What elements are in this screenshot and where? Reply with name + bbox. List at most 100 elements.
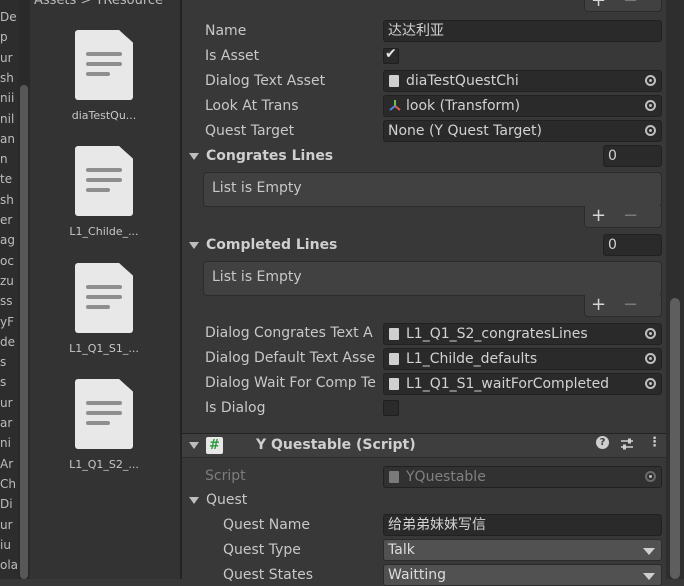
completed-lines-count[interactable]: 0	[603, 234, 662, 256]
object-picker-icon[interactable]	[645, 100, 656, 111]
quest-target-field[interactable]: None (Y Quest Target)	[383, 120, 662, 142]
quest-type-label: Quest Type	[223, 542, 301, 558]
clipped-tree-item[interactable]: sh	[0, 71, 14, 85]
dialog-text-asset-value: diaTestQuestChi	[406, 73, 519, 89]
dialog-default-field[interactable]: L1_Childe_defaults	[383, 348, 662, 370]
quest-name-field[interactable]: 给弟弟妹妹写信	[383, 514, 662, 536]
name-field[interactable]: 达达利亚	[383, 20, 662, 42]
quest-type-value: Talk	[388, 542, 415, 558]
clipped-tree-item[interactable]: er	[0, 213, 12, 227]
look-at-trans-value: look (Transform)	[406, 98, 521, 114]
clipped-tree-item[interactable]: de	[0, 335, 15, 349]
left-scrollbar-thumb[interactable]	[20, 85, 28, 579]
completed-remove-button[interactable]: −	[623, 296, 638, 314]
object-picker-icon[interactable]	[645, 125, 656, 136]
add-element-button[interactable]: +	[591, 0, 606, 10]
dialog-wait-value: L1_Q1_S1_waitForCompleted	[406, 376, 610, 392]
component-foldout-arrow-icon[interactable]	[189, 442, 199, 449]
dropdown-arrow-icon	[643, 548, 655, 555]
clipped-tree-item[interactable]: Ch	[0, 477, 16, 491]
congrates-remove-button[interactable]: −	[623, 207, 638, 225]
quest-states-label: Quest States	[223, 567, 314, 583]
clipped-tree-item[interactable]: nii	[0, 91, 14, 105]
clipped-tree-item[interactable]: an	[0, 132, 15, 146]
script-label: Script	[205, 468, 246, 484]
clipped-tree-item[interactable]: De	[0, 10, 17, 24]
kebab-menu-icon[interactable]: ⋮	[648, 435, 661, 450]
clipped-tree-item[interactable]: s	[0, 355, 6, 369]
clipped-tree-item[interactable]: ur	[0, 396, 13, 410]
completed-lines-title[interactable]: Completed Lines	[206, 237, 337, 253]
clipped-tree-item[interactable]: n	[0, 152, 8, 166]
clipped-tree-item[interactable]: Di	[0, 497, 13, 511]
congrates-add-button[interactable]: +	[591, 207, 606, 225]
quest-foldout-arrow-icon[interactable]	[189, 497, 199, 504]
clipped-tree-item[interactable]: sh	[0, 193, 14, 207]
object-picker-icon[interactable]	[645, 378, 656, 389]
clipped-tree-item[interactable]: ar	[0, 416, 12, 430]
object-picker-icon[interactable]	[645, 75, 656, 86]
dialog-congrates-label: Dialog Congrates Text A	[205, 325, 373, 341]
text-asset-icon	[389, 75, 399, 87]
asset-item[interactable]: L1_Q1_S1_...	[49, 263, 159, 355]
name-label: Name	[205, 23, 247, 39]
quest-target-label: Quest Target	[205, 123, 295, 139]
dialog-text-asset-field[interactable]: diaTestQuestChi	[383, 70, 662, 92]
clipped-tree-item[interactable]: ur	[0, 51, 13, 65]
completed-lines-list: List is Empty	[203, 261, 662, 296]
transform-icon	[389, 100, 401, 111]
clipped-tree-item[interactable]: ola	[0, 558, 18, 572]
congrates-lines-count[interactable]: 0	[603, 145, 662, 167]
clipped-tree-item[interactable]: te	[0, 172, 12, 186]
object-picker-icon[interactable]	[645, 353, 656, 364]
clipped-tree-item[interactable]: nil	[0, 112, 14, 126]
asset-label: L1_Q1_S2_...	[69, 458, 139, 471]
clipped-tree-item[interactable]: oc	[0, 254, 14, 268]
completed-add-button[interactable]: +	[591, 296, 606, 314]
congrates-foldout-arrow-icon[interactable]	[189, 153, 199, 160]
asset-item[interactable]: diaTestQu...	[49, 30, 159, 122]
quest-states-dropdown[interactable]: Waitting	[383, 564, 662, 586]
asset-item[interactable]: L1_Childe_...	[49, 146, 159, 238]
asset-item[interactable]: L1_Q1_S2_...	[49, 379, 159, 471]
check-icon: ✔	[385, 46, 397, 62]
inspector-scrollbar[interactable]	[666, 0, 684, 579]
left-scrollbar[interactable]	[18, 0, 30, 579]
list-empty-text: List is Empty	[212, 269, 302, 285]
clipped-tree-item[interactable]: Ar	[0, 457, 13, 471]
breadcrumb[interactable]: Assets > YResource	[34, 0, 163, 8]
help-icon[interactable]: ?	[596, 436, 609, 449]
document-icon	[75, 146, 133, 216]
component-header[interactable]	[182, 433, 666, 458]
script-file-icon	[389, 471, 399, 483]
preset-sliders-icon[interactable]	[620, 438, 634, 451]
clipped-tree-item[interactable]: p	[0, 30, 8, 44]
clipped-tree-item[interactable]: ur	[0, 518, 13, 532]
clipped-tree-item[interactable]: yF	[0, 315, 14, 329]
clipped-tree-item[interactable]: zu	[0, 274, 14, 288]
congrates-lines-title[interactable]: Congrates Lines	[206, 148, 333, 164]
clipped-tree-item[interactable]: ss	[0, 294, 13, 308]
text-asset-icon	[389, 378, 399, 390]
clipped-tree-item[interactable]: ni	[0, 436, 11, 450]
dialog-default-value: L1_Childe_defaults	[406, 351, 538, 367]
quest-type-dropdown[interactable]: Talk	[383, 539, 662, 561]
is-asset-checkbox[interactable]: ✔	[383, 46, 399, 64]
dialog-wait-field[interactable]: L1_Q1_S1_waitForCompleted	[383, 373, 662, 395]
clipped-tree-item[interactable]: s	[0, 375, 6, 389]
dialog-text-asset-label: Dialog Text Asset	[205, 73, 326, 89]
text-asset-icon	[389, 328, 399, 340]
look-at-trans-field[interactable]: look (Transform)	[383, 95, 662, 117]
quest-foldout-label[interactable]: Quest	[206, 492, 247, 508]
look-at-trans-label: Look At Trans	[205, 98, 299, 114]
is-dialog-checkbox[interactable]	[383, 400, 399, 416]
clipped-tree-item[interactable]: iu	[0, 538, 11, 552]
object-picker-icon[interactable]	[645, 328, 656, 339]
clipped-tree-item[interactable]: ag	[0, 233, 15, 247]
dialog-congrates-field[interactable]: L1_Q1_S2_congratesLines	[383, 323, 662, 345]
is-dialog-label: Is Dialog	[205, 400, 266, 416]
completed-foldout-arrow-icon[interactable]	[189, 242, 199, 249]
inspector-scrollbar-thumb[interactable]	[670, 298, 680, 579]
remove-element-button[interactable]: −	[623, 0, 638, 10]
dialog-wait-label: Dialog Wait For Comp Te	[205, 375, 376, 391]
